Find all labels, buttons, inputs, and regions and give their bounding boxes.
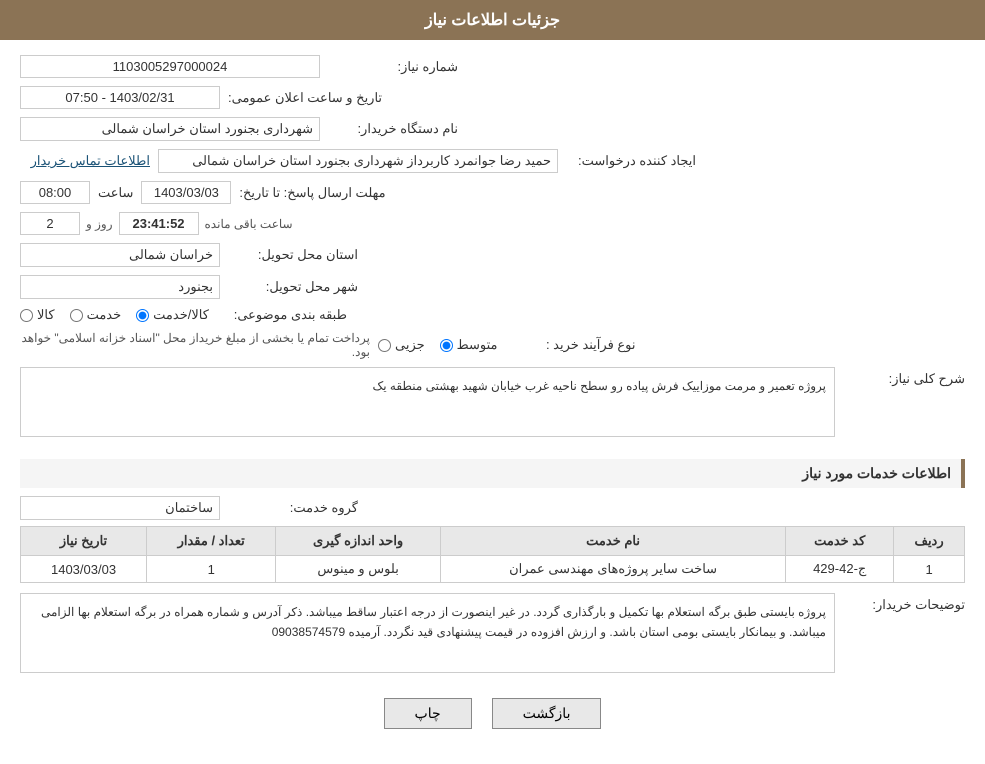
announce-value: 1403/02/31 - 07:50 [20,86,220,109]
shahr-row: شهر محل تحویل: بجنورد [20,275,965,299]
ettelaat-tamas-link[interactable]: اطلاعات تماس خریدار [20,153,150,169]
page-header: جزئیات اطلاعات نیاز [0,0,985,40]
nou-farayand-label: نوع فرآیند خرید : [506,337,636,353]
table-row: 1 ج-42-429 ساخت سایر پروژه‌های مهندسی عم… [21,556,965,583]
mohlat-label: مهلت ارسال پاسخ: تا تاریخ: [239,185,385,201]
sharh-value: پروژه تعمیر و مرمت موزاییک فرش پیاده رو … [20,367,835,437]
ostan-value: خراسان شمالی [20,243,220,267]
tabaqe-label: طبقه بندی موضوعی: [217,307,347,323]
tosiyat-row: توضیحات خریدار: پروژه بایستی طبق برگه اس… [20,593,965,683]
shomara-label: شماره نیاز: [328,59,458,75]
cell-date: 1403/03/03 [21,556,147,583]
service-section-title: اطلاعات خدمات مورد نیاز [20,459,965,488]
sharh-label: شرح کلی نیاز: [845,367,965,387]
tosiyat-label: توضیحات خریدار: [845,593,965,613]
mohlat-baqi-label: ساعت باقی مانده [205,217,293,231]
shahr-value: بجنورد [20,275,220,299]
col-radif: ردیف [894,527,965,556]
countdown-row: ساعت باقی مانده 23:41:52 روز و 2 [20,212,965,235]
col-date: تاریخ نیاز [21,527,147,556]
col-count: تعداد / مقدار [147,527,276,556]
goroh-value: ساختمان [20,496,220,520]
nou-description: پرداخت تمام یا بخشی از مبلغ خریداز محل "… [20,331,370,359]
tabaqe-kala-khadamat-radio[interactable] [136,309,149,322]
goroh-label: گروه خدمت: [228,500,358,516]
nou-radio-group: متوسط جزیی [378,337,498,353]
cell-count: 1 [147,556,276,583]
dastgah-row: نام دستگاه خریدار: شهرداری بجنورد استان … [20,117,965,141]
ijad-value: حمید رضا جوانمرد کاربرداز شهرداری بجنورد… [158,149,558,173]
countdown-value: 23:41:52 [119,212,199,235]
ijad-row: ایجاد کننده درخواست: حمید رضا جوانمرد کا… [20,149,965,173]
ostan-row: استان محل تحویل: خراسان شمالی [20,243,965,267]
nou-jozii-label: جزیی [395,337,425,353]
nou-farayand-row: نوع فرآیند خرید : متوسط جزیی پرداخت تمام… [20,331,965,359]
tabaqe-khadamat-label: خدمت [87,307,122,323]
tabaqe-khadamat[interactable]: خدمت [70,307,122,323]
col-name: نام خدمت [440,527,785,556]
cell-unit: بلوس و مینوس [276,556,441,583]
service-table-wrapper: ردیف کد خدمت نام خدمت واحد اندازه گیری ت… [20,526,965,583]
tabaqe-row: طبقه بندی موضوعی: کالا/خدمت خدمت کالا [20,307,965,323]
tabaqe-khadamat-radio[interactable] [70,309,83,322]
nou-motevaset[interactable]: متوسط [440,337,498,353]
mohlat-date: 1403/03/03 [141,181,231,204]
rooz-and-label: روز و [86,217,113,231]
shahr-label: شهر محل تحویل: [228,279,358,295]
sharh-row: شرح کلی نیاز: پروژه تعمیر و مرمت موزاییک… [20,367,965,447]
tabaqe-kala-khadamat-label: کالا/خدمت [153,307,209,323]
announce-row: تاریخ و ساعت اعلان عمومی: 1403/02/31 - 0… [20,86,965,109]
nou-jozii[interactable]: جزیی [378,337,425,353]
tabaqe-radio-group: کالا/خدمت خدمت کالا [20,307,209,323]
cell-name: ساخت سایر پروژه‌های مهندسی عمران [440,556,785,583]
nou-jozii-radio[interactable] [378,339,391,352]
buttons-row: بازگشت چاپ [20,698,965,749]
cell-radif: 1 [894,556,965,583]
dastgah-label: نام دستگاه خریدار: [328,121,458,137]
announce-label: تاریخ و ساعت اعلان عمومی: [228,90,382,106]
nou-motevaset-label: متوسط [457,337,498,353]
cell-kod: ج-42-429 [786,556,894,583]
mohlat-row: مهلت ارسال پاسخ: تا تاریخ: 1403/03/03 سا… [20,181,965,204]
tabaqe-kala-radio[interactable] [20,309,33,322]
dastgah-value: شهرداری بجنورد استان خراسان شمالی [20,117,320,141]
shomara-row: شماره نیاز: 1103005297000024 [20,55,965,78]
ostan-label: استان محل تحویل: [228,247,358,263]
rooz-value: 2 [20,212,80,235]
col-kod: کد خدمت [786,527,894,556]
goroh-row: گروه خدمت: ساختمان [20,496,965,520]
back-button[interactable]: بازگشت [492,698,602,729]
tosiyat-value: پروژه بایستی طبق برگه استعلام بها تکمیل … [20,593,835,673]
mohlat-saat: 08:00 [20,181,90,204]
nou-motevaset-radio[interactable] [440,339,453,352]
tabaqe-kala[interactable]: کالا [20,307,55,323]
print-button[interactable]: چاپ [384,698,472,729]
ijad-label: ایجاد کننده درخواست: [566,153,696,169]
mohlat-saat-label: ساعت [98,185,133,201]
shomara-value: 1103005297000024 [20,55,320,78]
tabaqe-kala-label: کالا [37,307,55,323]
service-table: ردیف کد خدمت نام خدمت واحد اندازه گیری ت… [20,526,965,583]
col-unit: واحد اندازه گیری [276,527,441,556]
page-title: جزئیات اطلاعات نیاز [425,12,560,29]
tabaqe-kala-khadamat[interactable]: کالا/خدمت [136,307,209,323]
